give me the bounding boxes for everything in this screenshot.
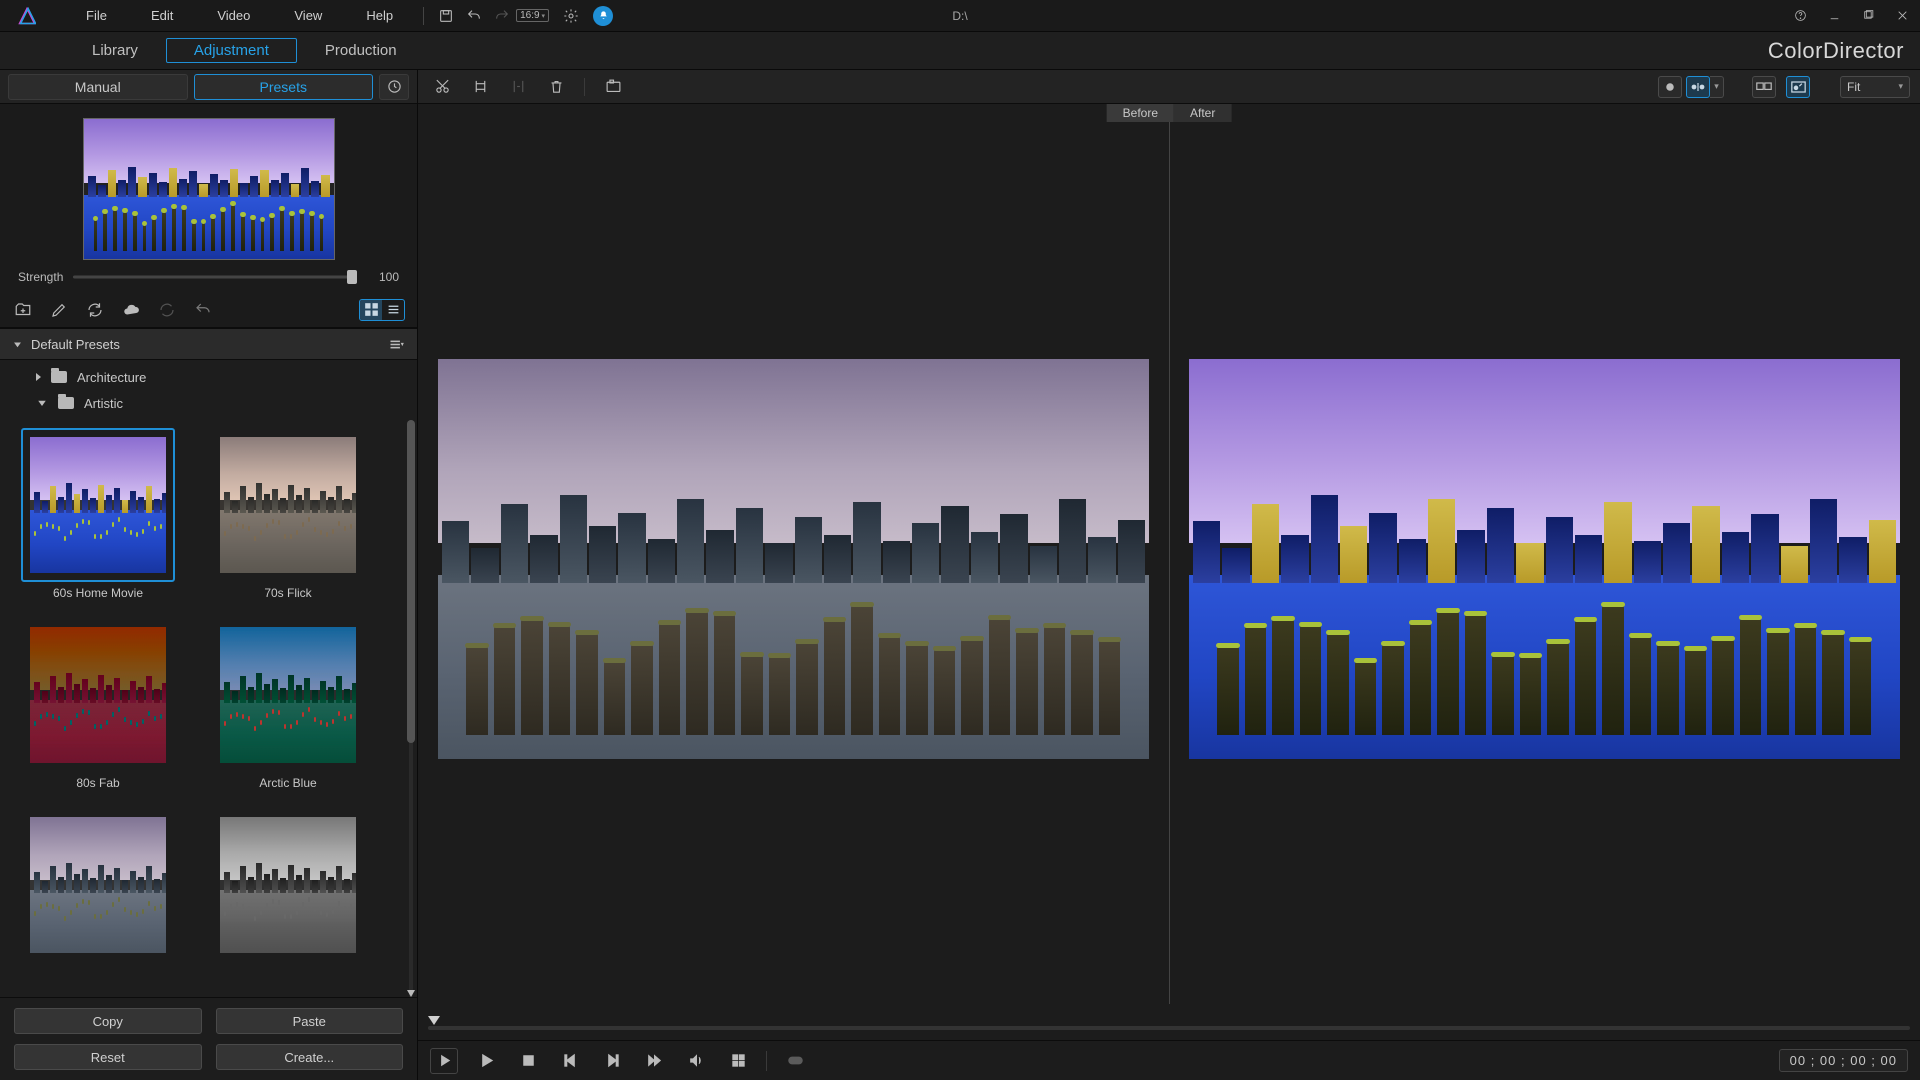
compare-single-icon[interactable] <box>1658 76 1682 98</box>
category-title: Default Presets <box>31 337 379 352</box>
history-icon[interactable] <box>379 74 409 100</box>
cloud-icon[interactable] <box>120 299 142 321</box>
tree-label: Artistic <box>84 396 123 411</box>
play-icon[interactable] <box>472 1048 500 1074</box>
after-pane <box>1169 104 1920 1014</box>
stop-icon[interactable] <box>514 1048 542 1074</box>
strength-value: 100 <box>367 270 399 284</box>
label-before: Before <box>1107 104 1174 122</box>
redo-icon[interactable] <box>488 2 516 30</box>
tree-architecture[interactable]: Architecture <box>0 364 417 390</box>
compare-divider[interactable] <box>1169 114 1170 1004</box>
close-icon[interactable] <box>1890 4 1914 28</box>
delete-icon[interactable] <box>542 75 570 99</box>
maximize-icon[interactable] <box>1856 4 1880 28</box>
undo-preset-icon[interactable] <box>192 299 214 321</box>
preset-60s-home-movie[interactable]: 60s Home Movie <box>18 428 178 600</box>
tree-artistic[interactable]: Artistic <box>0 390 417 416</box>
timeline[interactable] <box>418 1014 1920 1040</box>
play-range-icon[interactable] <box>430 1048 458 1074</box>
timecode[interactable]: 00 ; 00 ; 00 ; 00 <box>1779 1049 1908 1072</box>
fast-forward-icon[interactable] <box>640 1048 668 1074</box>
minimize-icon[interactable] <box>1822 4 1846 28</box>
menu-separator <box>423 7 424 25</box>
workspace-library[interactable]: Library <box>64 38 166 63</box>
menu-file[interactable]: File <box>64 0 129 31</box>
edit-preset-icon[interactable] <box>48 299 70 321</box>
aspect-ratio-dropdown[interactable]: 16:9 <box>516 9 549 22</box>
folder-icon <box>51 371 67 383</box>
menu-video[interactable]: Video <box>195 0 272 31</box>
app-logo <box>18 7 36 25</box>
tab-manual[interactable]: Manual <box>8 74 188 100</box>
folder-icon <box>58 397 74 409</box>
preset-label: Arctic Blue <box>259 776 316 790</box>
create-button[interactable]: Create... <box>216 1044 404 1070</box>
preset-preset-5[interactable] <box>18 808 178 966</box>
settings-icon[interactable] <box>557 2 585 30</box>
collapse-icon <box>36 397 48 409</box>
category-default-presets[interactable]: Default Presets <box>0 328 417 360</box>
preset-80s-fab[interactable]: 80s Fab <box>18 618 178 790</box>
expand-icon <box>36 373 41 381</box>
workspace-production[interactable]: Production <box>297 38 425 63</box>
undo-icon[interactable] <box>460 2 488 30</box>
strength-label: Strength <box>18 270 63 284</box>
strength-slider[interactable] <box>73 270 357 284</box>
refresh-icon[interactable] <box>156 299 178 321</box>
document-path: D:\ <box>952 9 967 23</box>
playhead[interactable] <box>428 1016 440 1025</box>
preset-preset-6[interactable] <box>208 808 368 966</box>
copy-button[interactable]: Copy <box>14 1008 202 1034</box>
panel-preview-thumbnail <box>83 118 335 260</box>
reset-button[interactable]: Reset <box>14 1044 202 1070</box>
compare-dropdown[interactable]: ▾ <box>1710 76 1724 98</box>
import-preset-icon[interactable] <box>12 299 34 321</box>
trim-icon[interactable] <box>466 75 494 99</box>
preset-label: 80s Fab <box>76 776 119 790</box>
zoom-label: Fit <box>1847 80 1860 94</box>
tab-presets[interactable]: Presets <box>194 74 374 100</box>
menu-edit[interactable]: Edit <box>129 0 195 31</box>
notification-icon[interactable] <box>593 6 613 26</box>
vr-icon[interactable] <box>781 1048 809 1074</box>
prev-frame-icon[interactable] <box>556 1048 584 1074</box>
fullscreen-preview-icon[interactable] <box>1786 76 1810 98</box>
preset-label: 60s Home Movie <box>53 586 143 600</box>
tree-label: Architecture <box>77 370 146 385</box>
app-brand-text: ColorDirector <box>1768 32 1904 69</box>
workspace-adjustment[interactable]: Adjustment <box>166 38 297 63</box>
preset-label: 70s Flick <box>264 586 311 600</box>
grid-icon[interactable] <box>724 1048 752 1074</box>
label-after: After <box>1174 104 1231 122</box>
category-menu-icon[interactable] <box>387 339 405 350</box>
next-frame-icon[interactable] <box>598 1048 626 1074</box>
snapshot-icon[interactable] <box>599 75 627 99</box>
split-icon[interactable] <box>504 75 532 99</box>
zoom-dropdown[interactable]: Fit <box>1840 76 1910 98</box>
preset-scrollbar[interactable] <box>407 420 415 997</box>
menu-help[interactable]: Help <box>344 0 415 31</box>
menu-view[interactable]: View <box>272 0 344 31</box>
grid-view-icon[interactable] <box>360 300 382 320</box>
preset-view-toggle[interactable] <box>359 299 405 321</box>
sync-icon[interactable] <box>84 299 106 321</box>
before-pane <box>418 104 1169 1014</box>
paste-button[interactable]: Paste <box>216 1008 404 1034</box>
help-icon[interactable] <box>1788 4 1812 28</box>
cut-icon[interactable] <box>428 75 456 99</box>
list-view-icon[interactable] <box>382 300 404 320</box>
toolbar-separator <box>584 78 585 96</box>
dual-monitor-icon[interactable] <box>1752 76 1776 98</box>
save-icon[interactable] <box>432 2 460 30</box>
preset-70s-flick[interactable]: 70s Flick <box>208 428 368 600</box>
transport-separator <box>766 1051 767 1071</box>
preset-arctic-blue[interactable]: Arctic Blue <box>208 618 368 790</box>
volume-icon[interactable] <box>682 1048 710 1074</box>
compare-split-icon[interactable] <box>1686 76 1710 98</box>
